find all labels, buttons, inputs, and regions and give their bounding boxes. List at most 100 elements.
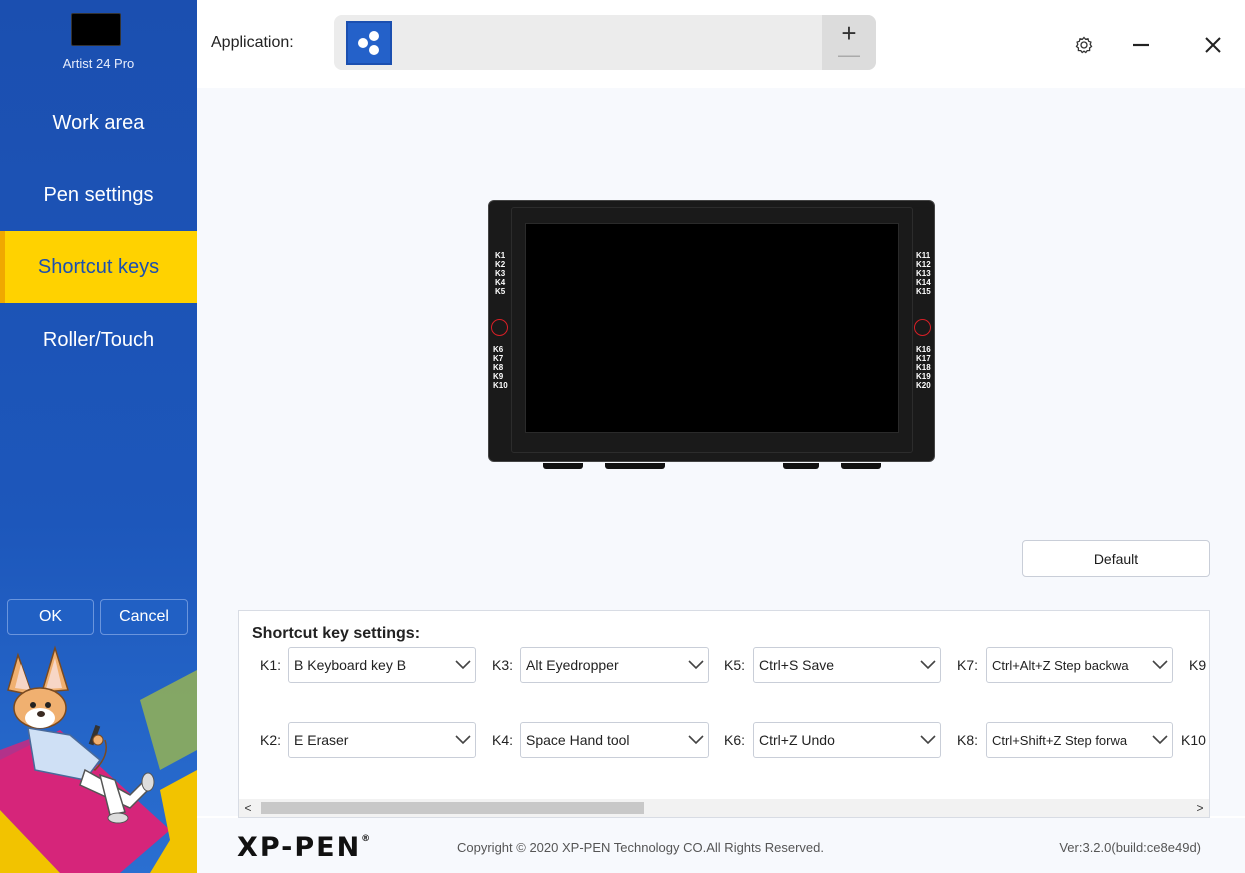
xp-pen-logo: XP-PEN® bbox=[237, 832, 372, 863]
tablet-foot bbox=[605, 463, 665, 469]
k7-value: Ctrl+Alt+Z Step backwa bbox=[992, 657, 1129, 673]
tablet-foot bbox=[841, 463, 881, 469]
scroll-left-button[interactable]: < bbox=[239, 799, 257, 817]
tablet-foot bbox=[783, 463, 819, 469]
tablet-foot bbox=[543, 463, 583, 469]
k1-label: K1: bbox=[260, 657, 282, 673]
right-keys-top: K11 K12 K13 K14 K15 bbox=[916, 251, 931, 296]
k8-value: Ctrl+Shift+Z Step forwa bbox=[992, 732, 1128, 748]
close-icon[interactable] bbox=[1198, 30, 1228, 60]
default-button[interactable]: Default bbox=[1022, 540, 1210, 577]
ok-button[interactable]: OK bbox=[7, 599, 94, 635]
k6-label: K6: bbox=[724, 732, 746, 748]
k7-select[interactable]: Ctrl+Alt+Z Step backwa bbox=[986, 647, 1173, 683]
sidebar: Artist 24 Pro Work area Pen settings Sho… bbox=[0, 0, 197, 873]
k3-value: Alt Eyedropper bbox=[526, 657, 619, 673]
k6-select[interactable]: Ctrl+Z Undo bbox=[753, 722, 941, 758]
horizontal-scrollbar[interactable]: < > bbox=[239, 799, 1209, 817]
shortcut-settings-panel: Shortcut key settings: K1: B Keyboard ke… bbox=[238, 610, 1210, 818]
key-label: K12 bbox=[916, 260, 931, 269]
chevron-down-icon bbox=[451, 660, 475, 670]
sidebar-item-roller-touch[interactable]: Roller/Touch bbox=[0, 304, 197, 376]
key-label: K1 bbox=[495, 251, 506, 260]
footer: XP-PEN® Copyright © 2020 XP-PEN Technolo… bbox=[197, 818, 1245, 873]
scroll-right-button[interactable]: > bbox=[1191, 799, 1209, 817]
gear-icon[interactable] bbox=[1069, 30, 1099, 60]
registered-mark: ® bbox=[361, 834, 373, 844]
copyright-text: Copyright © 2020 XP-PEN Technology CO.Al… bbox=[457, 840, 825, 855]
key-label: K3 bbox=[495, 269, 506, 278]
k4-select[interactable]: Space Hand tool bbox=[520, 722, 709, 758]
left-keys-top: K1 K2 K3 K4 K5 bbox=[495, 251, 505, 296]
app-icon[interactable] bbox=[346, 21, 392, 65]
k7-label: K7: bbox=[957, 657, 979, 673]
chevron-down-icon bbox=[451, 735, 475, 745]
key-label: K9 bbox=[493, 372, 504, 381]
key-label: K16 bbox=[916, 345, 931, 354]
device-name: Artist 24 Pro bbox=[62, 56, 135, 71]
sidebar-item-label: Work area bbox=[52, 111, 145, 134]
k4-label: K4: bbox=[492, 732, 514, 748]
k1-select[interactable]: B Keyboard key B bbox=[288, 647, 476, 683]
chevron-down-icon bbox=[916, 660, 940, 670]
k6-value: Ctrl+Z Undo bbox=[759, 732, 835, 748]
right-roller-dial bbox=[914, 319, 931, 336]
sidebar-item-pen-settings[interactable]: Pen settings bbox=[0, 159, 197, 231]
key-label: K8 bbox=[493, 363, 504, 372]
logo-text: XP-PEN bbox=[237, 832, 362, 863]
key-label: K20 bbox=[916, 381, 931, 390]
k2-value: E Eraser bbox=[294, 732, 349, 748]
application-bar: + — bbox=[334, 15, 876, 70]
remove-app-button[interactable]: — bbox=[838, 43, 860, 65]
key-label: K15 bbox=[916, 287, 931, 296]
chevron-down-icon bbox=[916, 735, 940, 745]
key-label: K2 bbox=[495, 260, 506, 269]
key-label: K13 bbox=[916, 269, 931, 278]
key-label: K14 bbox=[916, 278, 931, 287]
k3-select[interactable]: Alt Eyedropper bbox=[520, 647, 709, 683]
app-add-remove: + — bbox=[822, 15, 876, 70]
k1-value: B Keyboard key B bbox=[294, 657, 407, 673]
key-label: K4 bbox=[495, 278, 506, 287]
key-label: K19 bbox=[916, 372, 931, 381]
key-label: K7 bbox=[493, 354, 504, 363]
k5-label: K5: bbox=[724, 657, 746, 673]
k2-label: K2: bbox=[260, 732, 282, 748]
tablet-illustration: K1 K2 K3 K4 K5 K6 K7 K8 K9 K10 K11 K12 K… bbox=[488, 200, 935, 469]
k10-label: K10 bbox=[1181, 732, 1206, 748]
add-app-button[interactable]: + bbox=[841, 20, 856, 46]
chevron-down-icon bbox=[1148, 660, 1172, 670]
version-text: Ver:3.2.0(build:ce8e49d) bbox=[1059, 840, 1201, 855]
k2-select[interactable]: E Eraser bbox=[288, 722, 476, 758]
k3-label: K3: bbox=[492, 657, 514, 673]
k5-value: Ctrl+S Save bbox=[759, 657, 835, 673]
chevron-down-icon bbox=[684, 735, 708, 745]
device-thumbnail[interactable] bbox=[71, 13, 121, 46]
chevron-down-icon bbox=[684, 660, 708, 670]
chevron-down-icon bbox=[1148, 735, 1172, 745]
k8-label: K8: bbox=[957, 732, 979, 748]
cancel-button[interactable]: Cancel bbox=[100, 599, 188, 635]
key-label: K6 bbox=[493, 345, 504, 354]
scrollbar-thumb[interactable] bbox=[261, 802, 644, 814]
right-keys-bottom: K16 K17 K18 K19 K20 bbox=[916, 345, 931, 390]
k9-label: K9 bbox=[1189, 657, 1207, 673]
key-label: K17 bbox=[916, 354, 931, 363]
sidebar-item-work-area[interactable]: Work area bbox=[0, 87, 197, 159]
sidebar-item-label: Pen settings bbox=[43, 183, 154, 206]
key-label: K18 bbox=[916, 363, 931, 372]
sidebar-item-label: Roller/Touch bbox=[42, 328, 155, 351]
application-label: Application: bbox=[211, 34, 294, 51]
settings-title: Shortcut key settings: bbox=[252, 625, 421, 642]
k8-select[interactable]: Ctrl+Shift+Z Step forwa bbox=[986, 722, 1173, 758]
sidebar-item-label: Shortcut keys bbox=[37, 255, 160, 278]
sidebar-item-shortcut-keys[interactable]: Shortcut keys bbox=[0, 231, 197, 303]
left-keys-bottom: K6 K7 K8 K9 K10 bbox=[493, 345, 508, 390]
mascot-illustration bbox=[0, 645, 197, 873]
minimize-icon[interactable] bbox=[1126, 30, 1156, 60]
key-label: K10 bbox=[493, 381, 508, 390]
key-label: K11 bbox=[916, 251, 931, 260]
k5-select[interactable]: Ctrl+S Save bbox=[753, 647, 941, 683]
key-label: K5 bbox=[495, 287, 506, 296]
tablet-screen bbox=[525, 223, 899, 433]
